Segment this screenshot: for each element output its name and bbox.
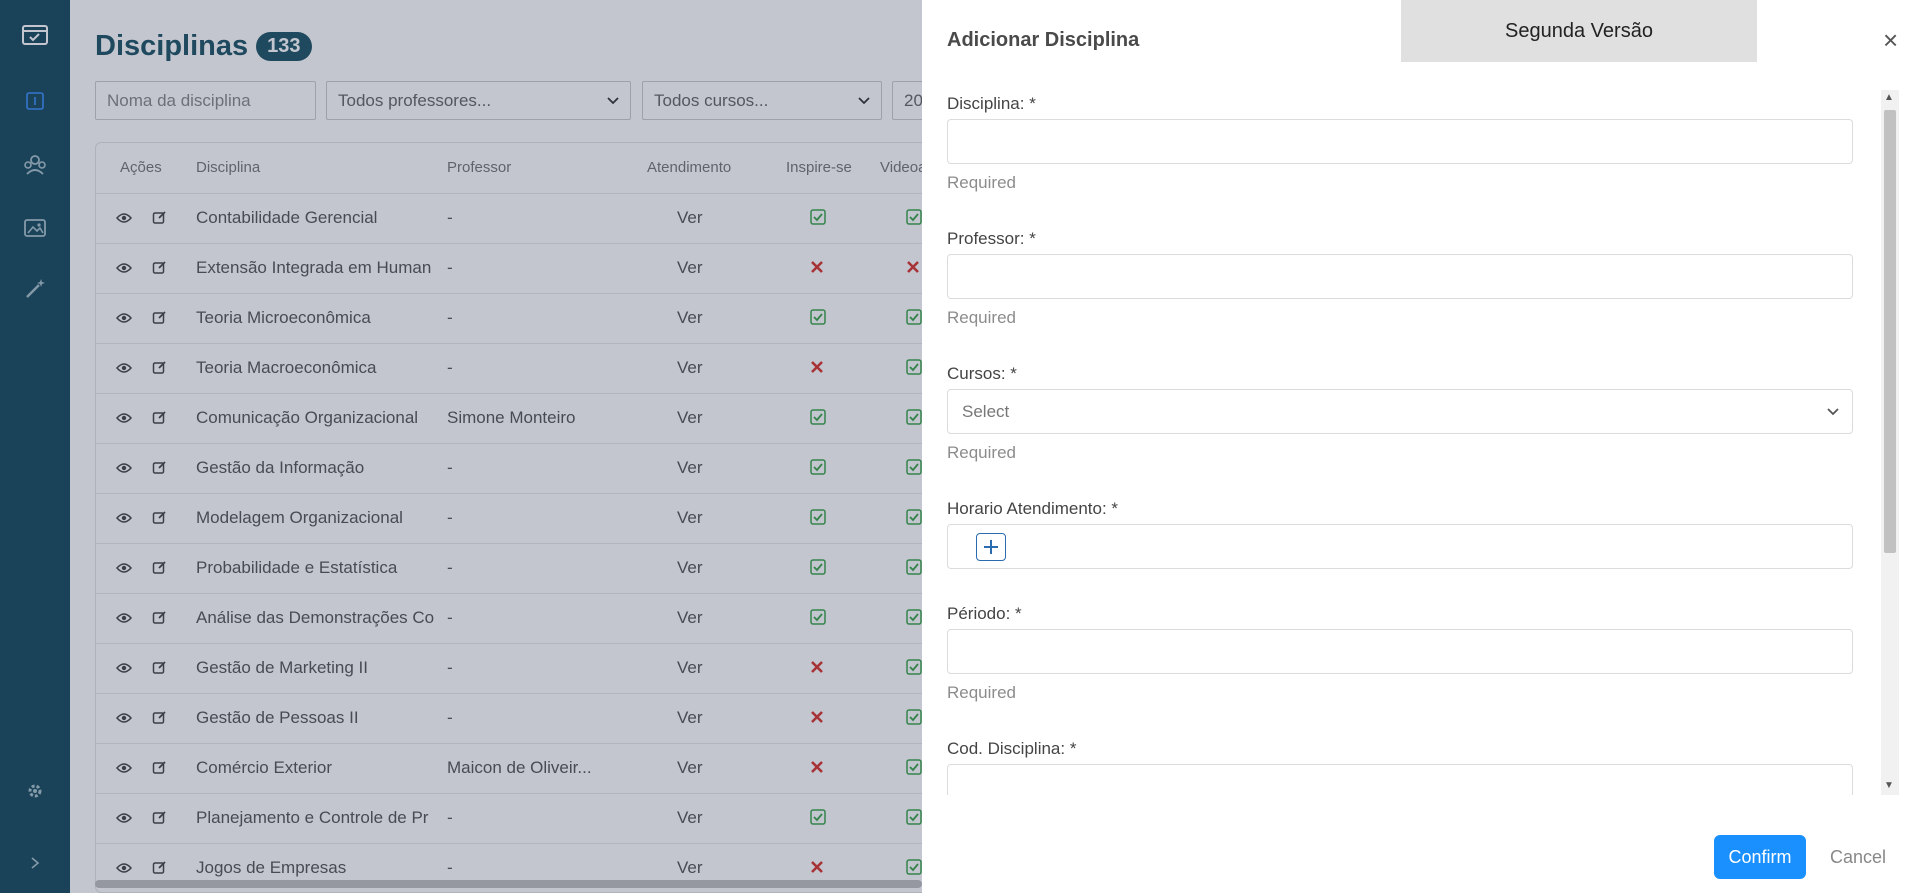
periodo-required-hint: Required — [947, 683, 1016, 702]
chevron-down-icon — [1827, 408, 1839, 416]
scroll-down-icon[interactable]: ▼ — [1884, 780, 1894, 791]
add-discipline-drawer: Adicionar Disciplina Segunda Versão × Di… — [922, 0, 1923, 893]
cursos-required-hint: Required — [947, 443, 1016, 462]
professor-label: Professor: * — [947, 229, 1036, 248]
professor-input[interactable] — [947, 254, 1853, 299]
scroll-up-icon[interactable]: ▲ — [1884, 92, 1894, 103]
cursos-label: Cursos: * — [947, 364, 1017, 383]
cod-disciplina-input[interactable] — [947, 764, 1853, 795]
cod-disciplina-label: Cod. Disciplina: * — [947, 739, 1077, 758]
cancel-button[interactable]: Cancel — [1830, 847, 1886, 868]
periodo-label: Périodo: * — [947, 604, 1022, 623]
cursos-select[interactable]: Select — [947, 389, 1853, 434]
version-tab[interactable]: Segunda Versão — [1401, 0, 1757, 62]
horario-label: Horario Atendimento: * — [947, 499, 1119, 518]
drawer-title: Adicionar Disciplina — [947, 29, 1140, 51]
periodo-input[interactable] — [947, 629, 1853, 674]
professor-required-hint: Required — [947, 308, 1016, 327]
confirm-button[interactable]: Confirm — [1714, 835, 1806, 879]
discipline-form: Disciplina: * Required Professor: * Requ… — [947, 90, 1853, 795]
disciplina-label: Disciplina: * — [947, 94, 1036, 113]
close-icon[interactable]: × — [1883, 27, 1898, 53]
form-scrollbar-thumb[interactable] — [1884, 110, 1896, 553]
modal-overlay[interactable] — [0, 0, 922, 893]
disciplina-required-hint: Required — [947, 173, 1016, 192]
cursos-select-placeholder: Select — [962, 402, 1010, 421]
disciplina-input[interactable] — [947, 119, 1853, 164]
horario-field — [947, 524, 1853, 569]
add-horario-button[interactable] — [976, 533, 1006, 561]
plus-icon — [984, 540, 998, 554]
